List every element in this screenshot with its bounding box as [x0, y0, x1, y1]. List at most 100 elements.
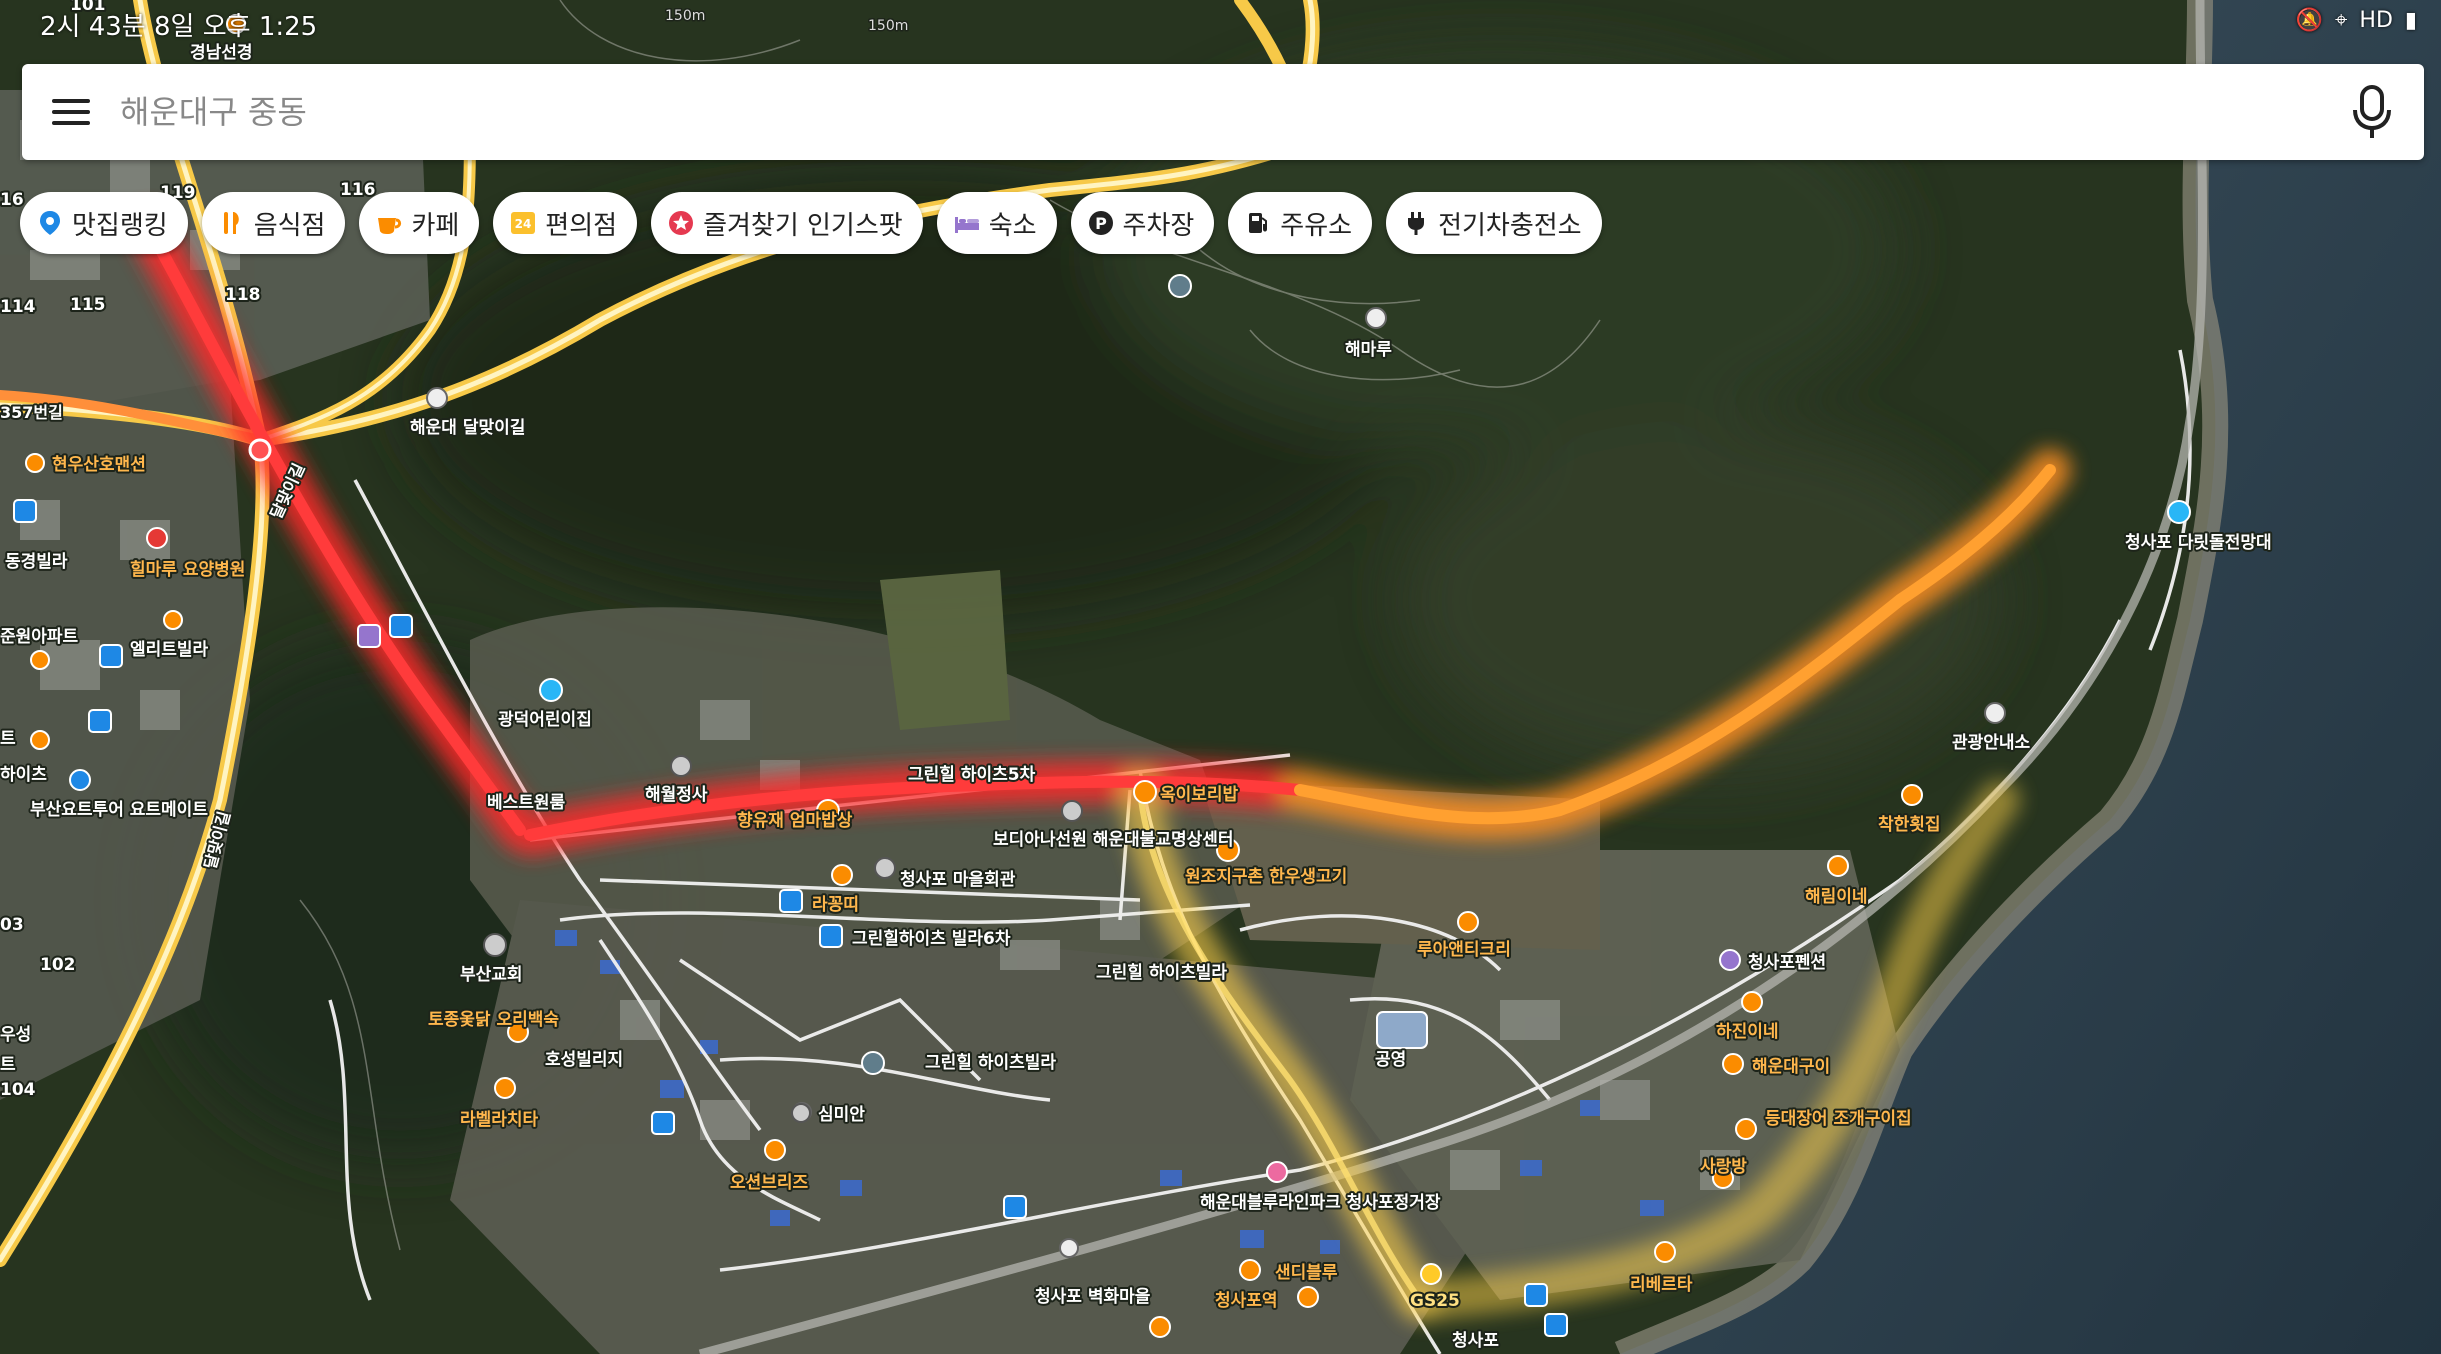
bus-stop-marker [1003, 1195, 1027, 1219]
place-label: 청사포펜션 [1748, 952, 1826, 973]
poi-orange-marker [25, 453, 45, 473]
camera-marker [1984, 702, 2006, 724]
parking-lot-marker [1376, 1011, 1428, 1049]
fork-knife-icon [218, 209, 246, 237]
bus-stop-marker [357, 624, 381, 648]
place-label: 하진이네 [1716, 1022, 1779, 1042]
poi-orange-marker [1901, 784, 1923, 806]
chip-gas-station[interactable]: 주유소 [1228, 192, 1373, 254]
place-label: 해마루 [1345, 340, 1392, 360]
place-label: 청사포역 [1215, 1290, 1278, 1311]
microphone-icon[interactable] [2350, 84, 2394, 140]
place-label: 옥이보리밥 [1160, 785, 1239, 805]
chip-label: 숙소 [988, 210, 1037, 241]
chip-restaurant-ranking[interactable]: 맛집랭킹 [20, 192, 188, 254]
chip-favorites-hotspot[interactable]: 즐겨찾기 인기스팟 [651, 192, 923, 254]
building-number: 03 [0, 915, 24, 935]
building-number: 115 [70, 295, 106, 315]
place-label: 청사포 마을회관 [900, 869, 1016, 890]
svg-text:P: P [1095, 214, 1107, 233]
place-label: 오션브리즈 [730, 1173, 809, 1193]
place-label: 해운대구이 [1752, 1057, 1830, 1077]
svg-text:24: 24 [515, 217, 532, 231]
place-label: 원조지구촌 한우생고기 [1185, 867, 1347, 887]
poi-orange-marker [1827, 855, 1849, 877]
bus-stop-marker [389, 614, 413, 638]
building-marker [874, 857, 896, 879]
place-label: 호성빌리지 [545, 1050, 623, 1070]
camera-marker [1059, 1238, 1079, 1258]
bed-icon [953, 209, 981, 237]
place-label: 준원아파트 [0, 627, 79, 647]
chip-cafe[interactable]: 카페 [359, 192, 480, 254]
chip-label: 카페 [411, 210, 460, 241]
poi-orange-marker [831, 864, 853, 886]
chip-ev-charging[interactable]: 전기차충전소 [1386, 192, 1602, 254]
gs25-marker [1420, 1263, 1442, 1285]
chip-lodging[interactable]: 숙소 [936, 192, 1057, 254]
chip-restaurant[interactable]: 음식점 [201, 192, 346, 254]
chip-label: 주차장 [1122, 210, 1195, 241]
poi-purple-marker [1719, 949, 1741, 971]
hamburger-menu-icon[interactable] [52, 97, 92, 127]
place-label: 해운대블루라인파크 청사포정거장 [1200, 1192, 1441, 1213]
place-label: 루아앤티크리 [1417, 940, 1511, 960]
coffee-cup-icon [375, 209, 403, 237]
chip-label: 즐겨찾기 인기스팟 [703, 210, 903, 241]
poi-orange-marker [1149, 1316, 1171, 1338]
place-label: 엘리트빌라 [130, 640, 209, 660]
search-bar[interactable] [22, 64, 2424, 160]
road-label: 357번길 [0, 403, 63, 422]
place-label: 향유재 엄마밥상 [737, 810, 853, 831]
category-chips: 맛집랭킹 음식점 카페 24 편의점 즐겨찾기 인기스팟 숙소 P 주차장 주유… [20, 192, 1602, 254]
place-label: 경남선경 [190, 43, 253, 63]
place-label: 우성 [0, 1025, 31, 1045]
place-label: 심미안 [818, 1105, 865, 1125]
place-label: 청사포 다릿돌전망대 [2125, 532, 2272, 553]
ev-plug-icon [1402, 209, 1430, 237]
poi-orange-marker [1741, 991, 1763, 1013]
status-icons: 🔕 ⌖ HD ▮ [2296, 8, 2417, 33]
chip-parking[interactable]: P 주차장 [1070, 192, 1215, 254]
chip-label: 맛집랭킹 [72, 210, 168, 241]
place-label: 광덕어린이집 [498, 710, 592, 730]
bus-stop-marker [1544, 1313, 1568, 1337]
place-label: 착한횟집 [1878, 815, 1941, 835]
traffic-light-marker [248, 438, 272, 462]
poi-orange-marker [163, 610, 183, 630]
chip-label: 주유소 [1280, 210, 1353, 241]
place-label: 그린힐 하이츠5차 [908, 764, 1036, 785]
poi-blue-marker [69, 769, 91, 791]
poi-orange-marker [1133, 780, 1157, 804]
place-label: GS25 [1410, 1291, 1460, 1311]
place-label: 하이츠 [0, 765, 47, 785]
place-label: 토종옻닭 오리백숙 [428, 1010, 559, 1030]
place-label: 그린힐 하이츠빌라 [925, 1052, 1056, 1073]
poi-orange-marker [1654, 1241, 1676, 1263]
hospital-marker [146, 527, 168, 549]
location-icon: ⌖ [2335, 8, 2348, 33]
place-label: 부산교회 [460, 965, 523, 985]
poi-orange-marker [1457, 911, 1479, 933]
building-marker [791, 1103, 811, 1123]
bus-stop-marker [99, 644, 123, 668]
search-input[interactable] [118, 92, 2350, 132]
building-number: 114 [0, 297, 36, 317]
parking-marker [861, 1051, 885, 1075]
place-label: 등대장어 조개구이집 [1765, 1109, 1912, 1129]
place-label: 힐마루 요양병원 [130, 559, 245, 580]
building-number: 118 [225, 285, 261, 305]
place-label: 라벨라치타 [460, 1110, 539, 1130]
place-label: 부산요트투어 요트메이트 [30, 800, 208, 820]
place-label: 청사포 [1452, 1330, 1499, 1351]
place-label: 그린힐하이츠 빌라6차 [852, 928, 1011, 949]
place-label: 해림이네 [1805, 887, 1868, 907]
signal-icon: ▮ [2404, 8, 2417, 33]
place-label: 관광안내소 [1952, 733, 2031, 753]
bus-stop-marker [13, 499, 37, 523]
chip-convenience[interactable]: 24 편의점 [493, 192, 638, 254]
place-label: 트 [0, 1055, 16, 1075]
place-label: 청사포 벽화마을 [1035, 1286, 1151, 1307]
bus-stop-marker [819, 924, 843, 948]
poi-orange-marker [30, 650, 50, 670]
